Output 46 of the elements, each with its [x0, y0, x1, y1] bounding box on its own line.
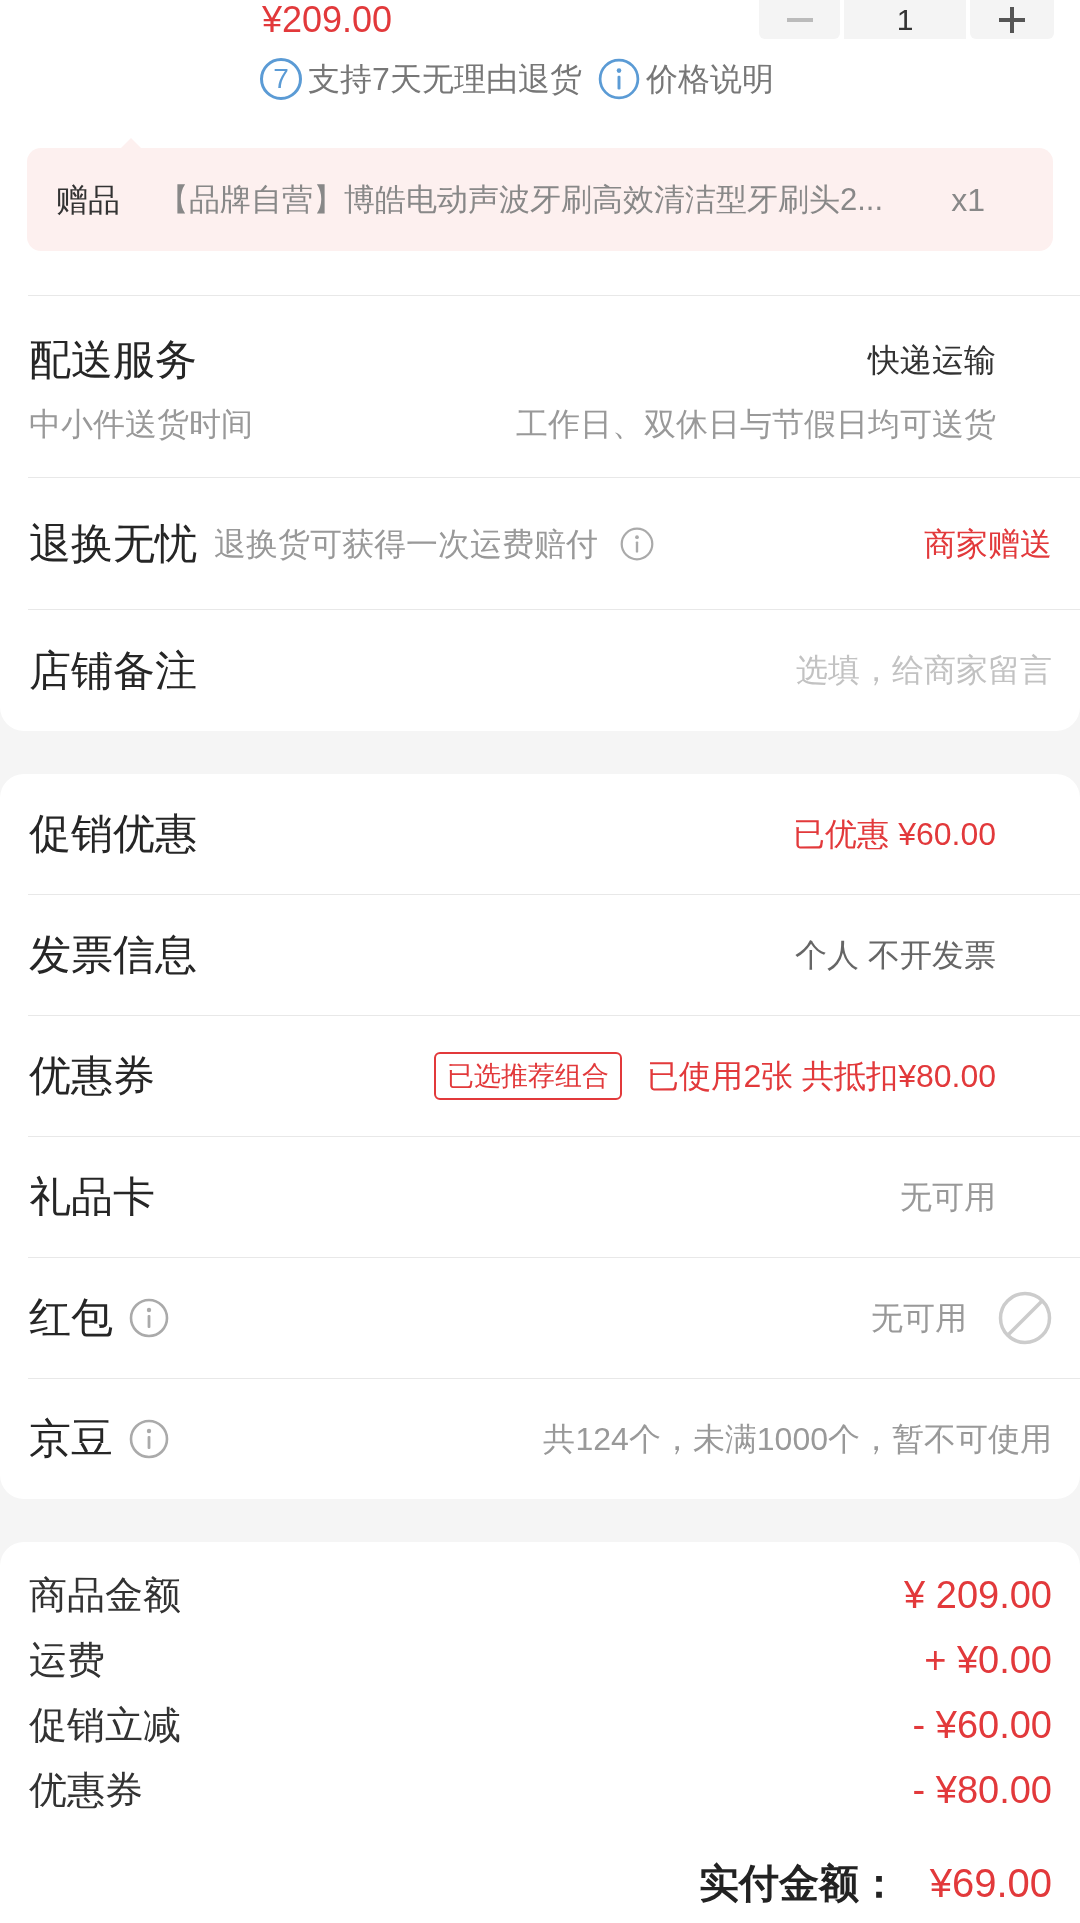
benefit-label: 礼品卡 [29, 1176, 155, 1218]
gift-quantity: x1 [951, 183, 985, 216]
days-badge: 7 [260, 58, 302, 100]
decrement-button[interactable] [759, 0, 840, 39]
benefit-label: 发票信息 [29, 934, 197, 976]
summary-value: - ¥80.00 [912, 1770, 1052, 1809]
delivery-subtitle: 中小件送货时间 [29, 408, 253, 440]
return-value[interactable]: 商家赠送 [924, 527, 1052, 560]
benefit-value[interactable]: 无可用 [900, 1181, 996, 1213]
summary-value: ¥ 209.00 [904, 1575, 1052, 1614]
minus-icon [786, 17, 813, 22]
summary-label: 优惠券 [29, 1770, 143, 1809]
summary-value: + ¥0.00 [924, 1640, 1052, 1679]
benefit-label: 红包 [29, 1297, 113, 1339]
service-tag-text: 支持7天无理由退货 [308, 63, 582, 95]
summary-label: 商品金额 [29, 1575, 181, 1614]
note-field[interactable]: 选填，给商家留言 [632, 645, 1052, 696]
info-icon[interactable] [129, 1419, 169, 1459]
info-icon[interactable] [597, 58, 640, 100]
recommended-tag: 已选推荐组合 [434, 1052, 623, 1100]
quantity-field[interactable]: 1 [844, 0, 966, 39]
benefit-value[interactable]: 个人 不开发票 [795, 939, 996, 971]
delivery-method[interactable]: 快递运输 [868, 344, 996, 376]
delivery-title: 配送服务 [29, 339, 197, 381]
benefit-value[interactable]: 已优惠 ¥60.00 [793, 818, 996, 850]
total-value: ¥69.00 [929, 1863, 1052, 1903]
summary-label: 促销立减 [29, 1705, 181, 1744]
benefit-label: 京豆 [29, 1418, 113, 1460]
gift-label: 赠品 [56, 183, 121, 216]
benefit-value[interactable]: 共124个，未满1000个，暂不可使用 [543, 1423, 1052, 1455]
gift-name: 【品牌自营】博皓电动声波牙刷高效清洁型牙刷头2... [158, 184, 884, 215]
return-description: 退换货可获得一次运费赔付 [214, 527, 598, 560]
benefit-label: 优惠券 [29, 1055, 155, 1097]
service-tag-text: 价格说明 [645, 63, 774, 95]
plus-icon [999, 6, 1025, 33]
summary-value: - ¥60.00 [912, 1705, 1052, 1744]
info-icon[interactable] [620, 526, 654, 561]
summary-label: 运费 [29, 1640, 105, 1679]
increment-button[interactable] [970, 0, 1054, 39]
benefit-label: 促销优惠 [29, 813, 197, 855]
note-title: 店铺备注 [29, 649, 197, 692]
price-text: ¥209.00 [262, 2, 393, 38]
return-title: 退换无忧 [29, 522, 197, 565]
total-label: 实付金额： [698, 1863, 899, 1903]
benefit-value[interactable]: 已使用2张 共抵扣¥80.00 [647, 1060, 996, 1092]
delivery-note: 工作日、双休日与节假日均可送货 [516, 408, 996, 440]
